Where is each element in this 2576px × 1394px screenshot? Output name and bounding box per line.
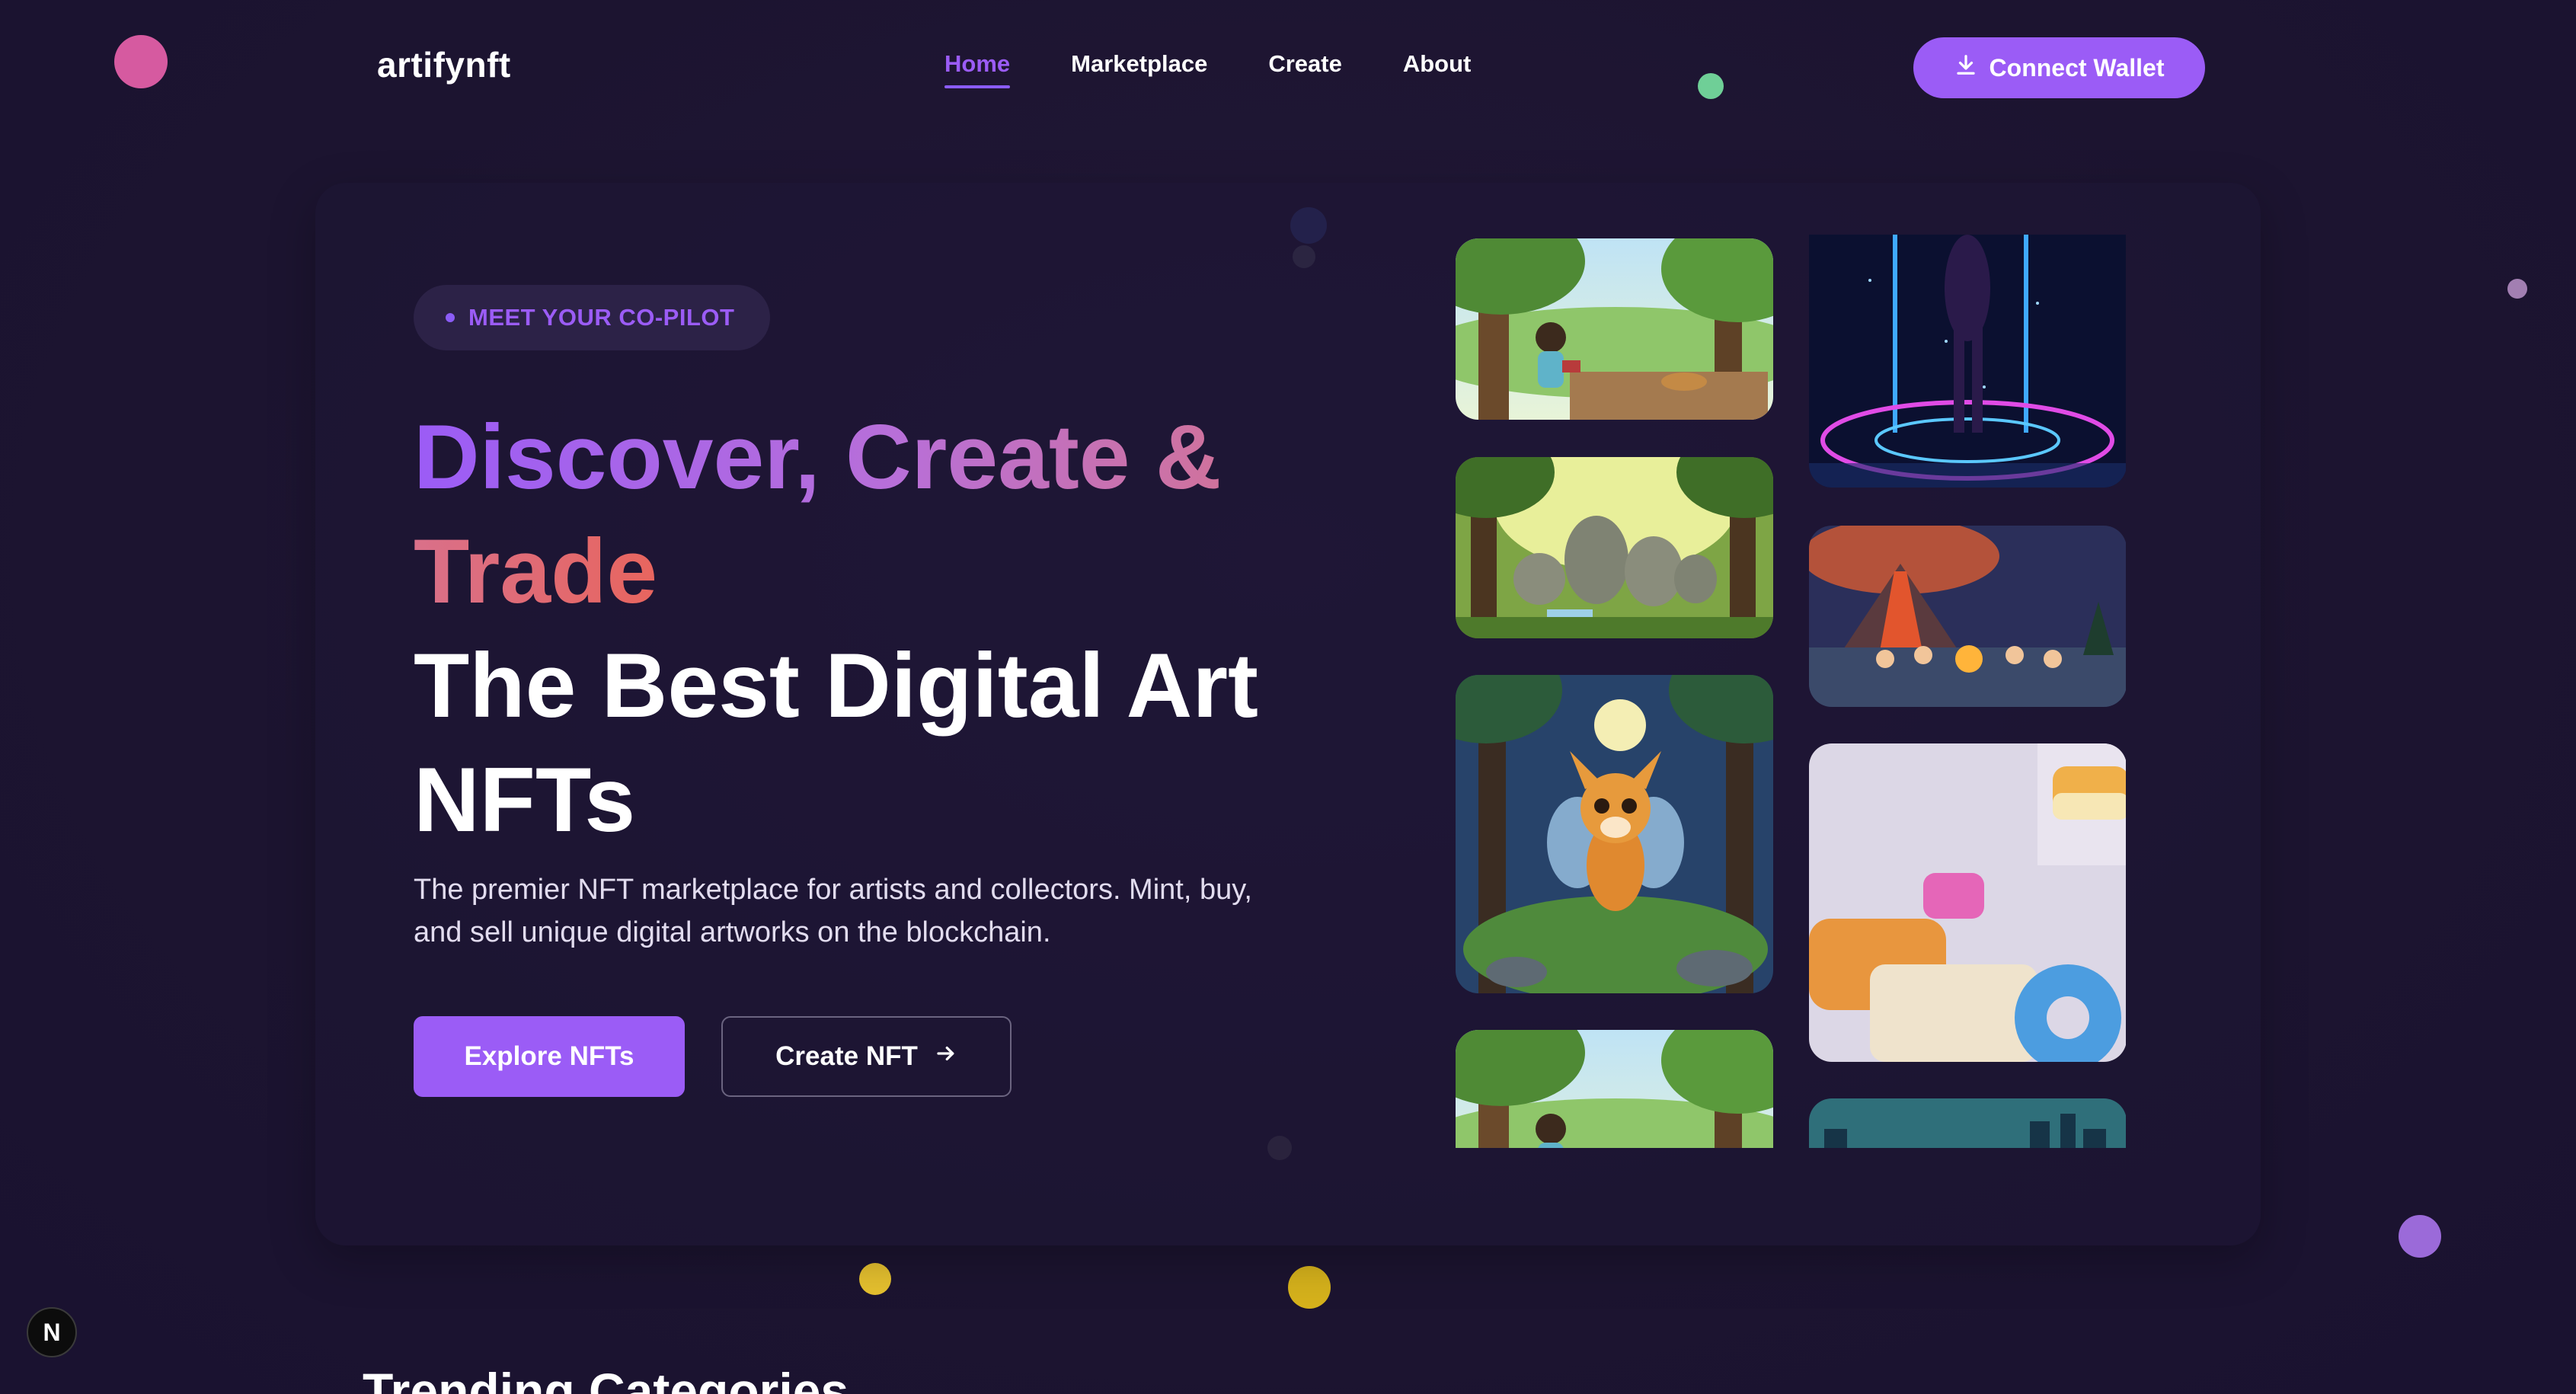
download-icon bbox=[1954, 53, 1977, 82]
hero-headline: Discover, Create & Trade The Best Digita… bbox=[414, 400, 1366, 857]
connect-wallet-button[interactable]: Connect Wallet bbox=[1913, 37, 2205, 98]
headline-gradient-text: Discover, Create & bbox=[414, 406, 1222, 508]
nft-gallery bbox=[1456, 229, 2126, 1148]
connect-wallet-label: Connect Wallet bbox=[1989, 53, 2165, 82]
headline-line-3: The Best Digital Art bbox=[414, 635, 1259, 737]
headline-line-1: Discover, Create & bbox=[414, 400, 1366, 514]
headline-line-2: Trade bbox=[414, 514, 1366, 628]
decor-dot-lilac bbox=[2507, 279, 2527, 299]
nft-card-girl-reading-repeat[interactable] bbox=[1456, 1030, 1773, 1148]
hero-description: The premier NFT marketplace for artists … bbox=[414, 874, 1252, 948]
badge-dot-icon bbox=[446, 313, 455, 322]
nav-link-home[interactable]: Home bbox=[944, 50, 1011, 88]
decor-dot-yellow-small bbox=[859, 1263, 891, 1295]
dev-tools-badge[interactable]: N bbox=[27, 1307, 77, 1357]
nav-link-marketplace[interactable]: Marketplace bbox=[1071, 50, 1207, 88]
nav-links: Home Marketplace Create About bbox=[944, 50, 1471, 88]
nft-card-campfire-volcano[interactable] bbox=[1809, 526, 2126, 707]
trending-categories-title: Trending Categories bbox=[363, 1363, 849, 1394]
nav-link-create[interactable]: Create bbox=[1268, 50, 1342, 88]
page: artifynft Home Marketplace Create About … bbox=[0, 0, 2576, 1394]
brand-logo[interactable]: artifynft bbox=[377, 44, 511, 85]
nft-card-pastel-blocks[interactable] bbox=[1809, 743, 2126, 1062]
arrow-right-icon bbox=[935, 1041, 957, 1072]
headline-trade-text: Trade bbox=[414, 520, 658, 622]
nft-card-stone-creatures[interactable] bbox=[1456, 457, 1773, 638]
badge-label: MEET YOUR CO-PILOT bbox=[468, 304, 735, 331]
nav-link-about[interactable]: About bbox=[1403, 50, 1472, 88]
nft-card-neon-dancer[interactable] bbox=[1809, 235, 2126, 488]
nft-card-city-skyline[interactable] bbox=[1809, 1098, 2126, 1148]
create-nft-label: Create NFT bbox=[775, 1041, 918, 1071]
headline-line-4: NFTs bbox=[414, 749, 636, 851]
decor-dot-purple bbox=[2399, 1215, 2441, 1258]
create-nft-button[interactable]: Create NFT bbox=[721, 1016, 1012, 1097]
nft-card-girl-reading[interactable] bbox=[1456, 238, 1773, 420]
top-navigation: artifynft Home Marketplace Create About … bbox=[0, 0, 2576, 137]
decor-dot-yellow bbox=[1288, 1266, 1331, 1309]
co-pilot-badge: MEET YOUR CO-PILOT bbox=[414, 285, 770, 350]
nft-card-fawn-fairy[interactable] bbox=[1456, 675, 1773, 993]
explore-nfts-button[interactable]: Explore NFTs bbox=[414, 1016, 685, 1097]
